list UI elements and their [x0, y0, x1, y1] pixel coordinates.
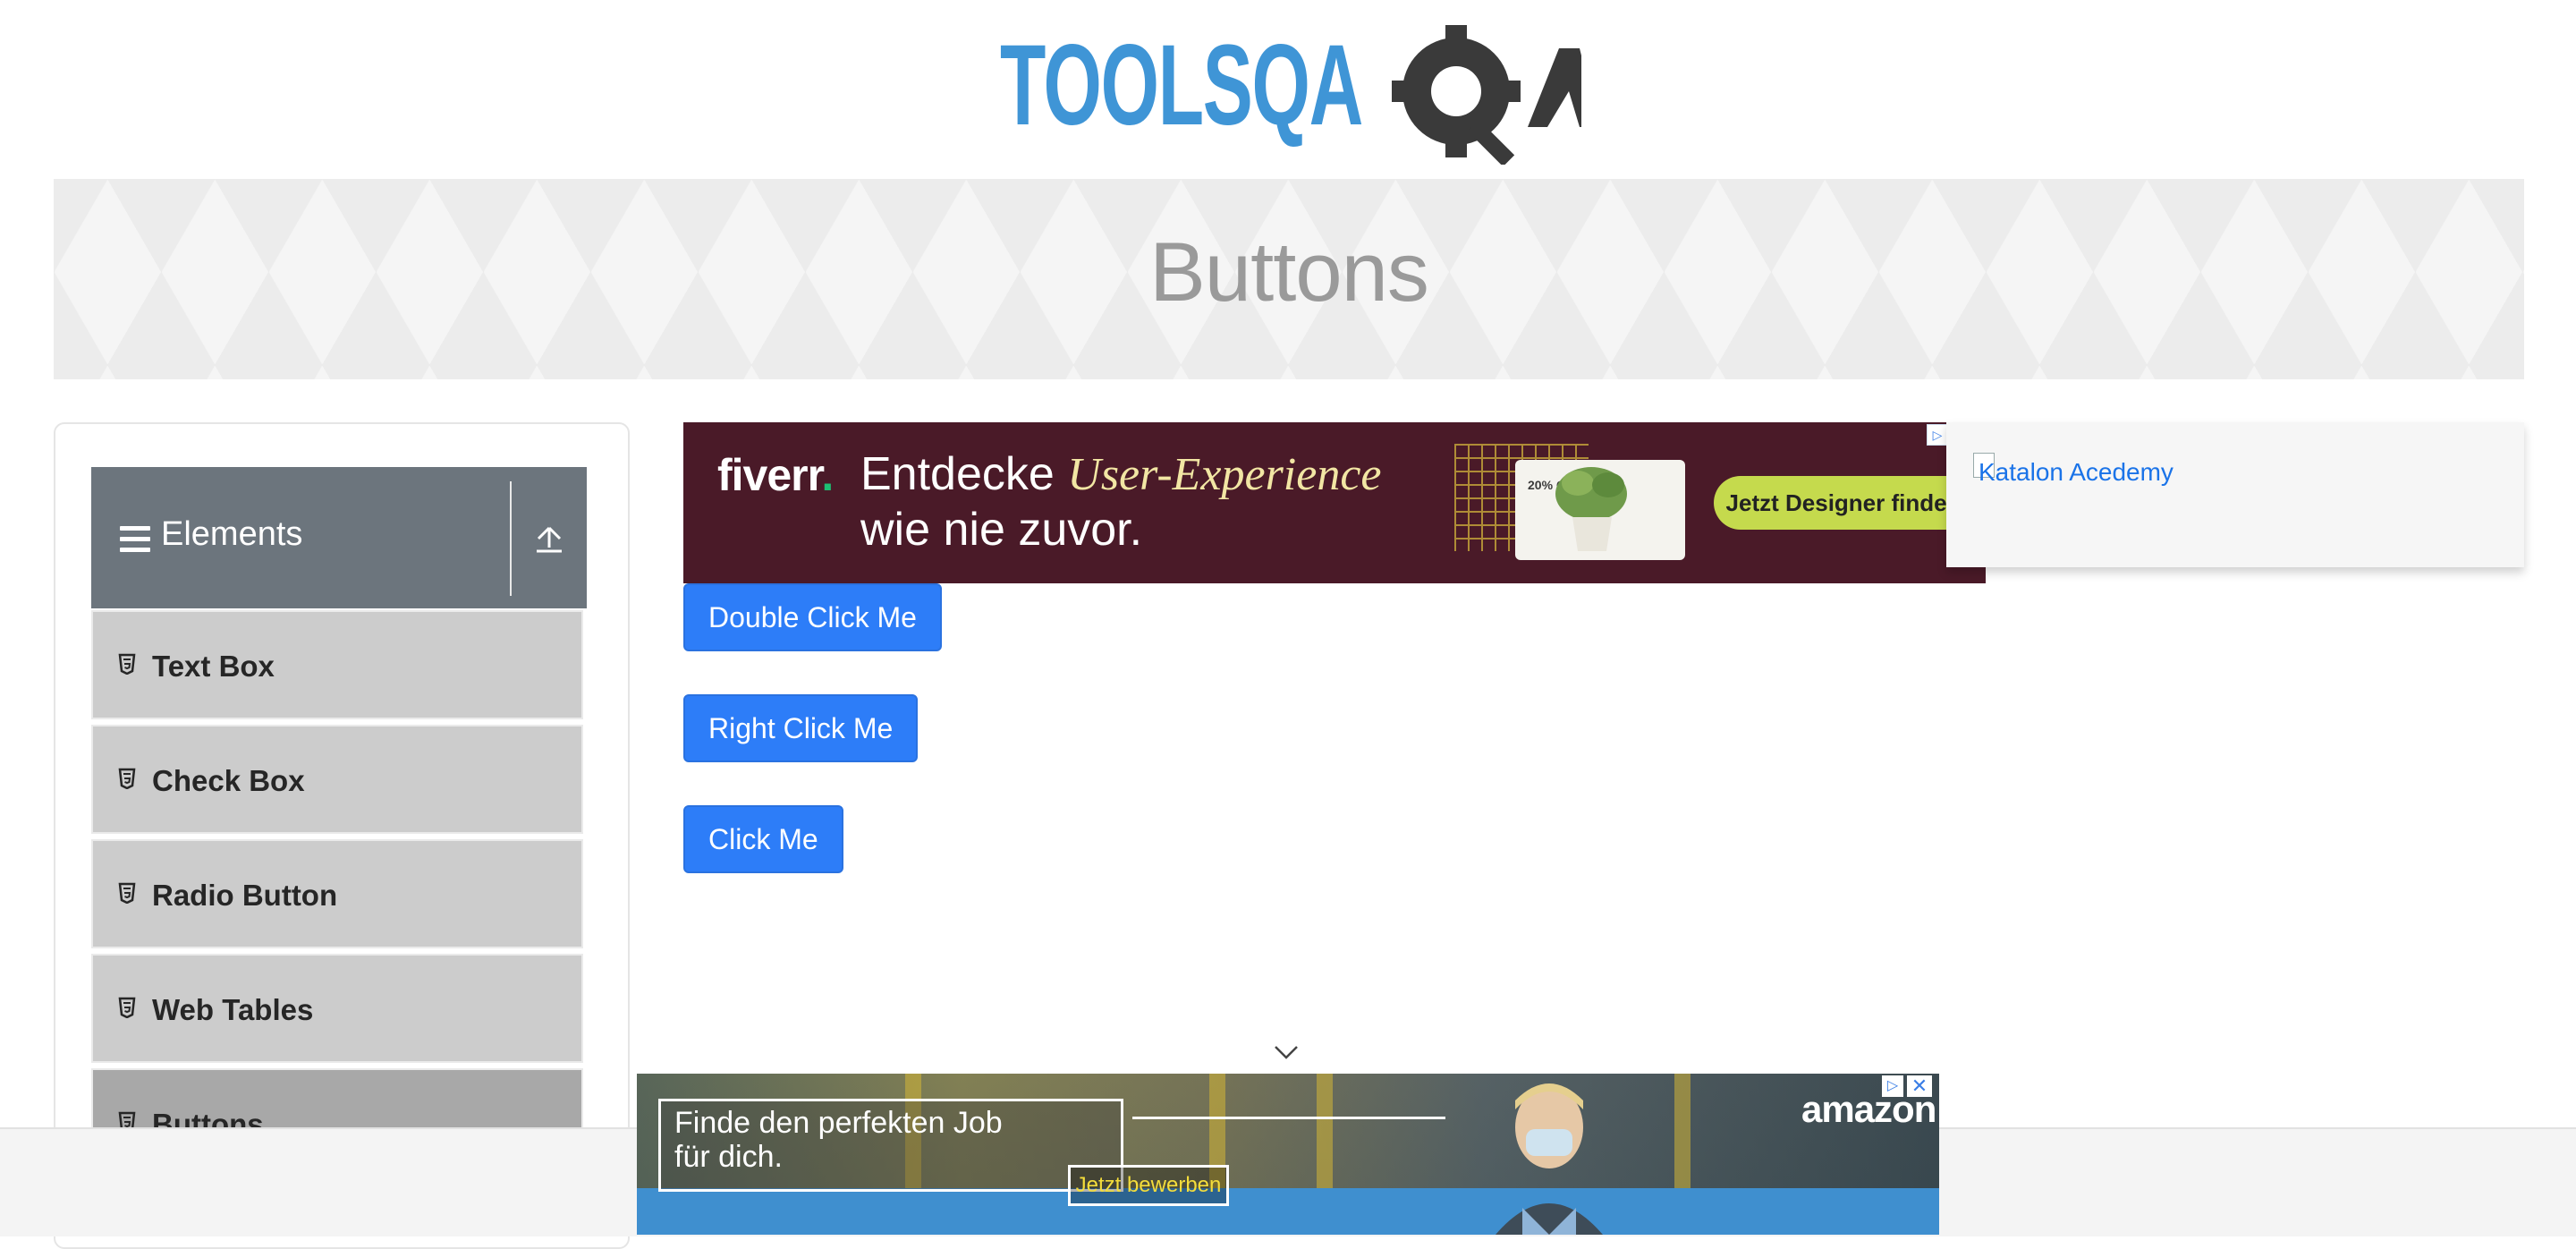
right-click-button[interactable]: Right Click Me: [683, 694, 919, 762]
sidebar-group-title: Elements: [161, 515, 303, 553]
ad-headline: Finde den perfekten Job für dich.: [674, 1106, 1003, 1174]
sidebar-item-label: Web Tables: [152, 993, 314, 1026]
ad-banner-top[interactable]: fiverr. Entdecke User-Experience wie nie…: [683, 422, 1986, 583]
ad-brand-logo: fiverr.: [717, 450, 834, 500]
page-title: Buttons: [1149, 225, 1429, 319]
ad-connector-line: [1132, 1117, 1445, 1119]
close-icon[interactable]: ✕: [1907, 1075, 1932, 1097]
sidebar-item-label: Radio Button: [152, 879, 338, 912]
ad-choices-icon[interactable]: ▷: [1882, 1075, 1903, 1097]
divider: [510, 481, 512, 596]
collapse-up-icon[interactable]: [530, 519, 569, 558]
chevron-down-icon[interactable]: [1274, 1043, 1299, 1061]
sidebar-item-check-box[interactable]: Check Box: [91, 725, 583, 834]
ad-apply-button[interactable]: Jetzt bewerben: [1068, 1165, 1229, 1206]
sidebar-item-web-tables[interactable]: Web Tables: [91, 954, 583, 1063]
html5-icon: [118, 653, 136, 675]
ad-headline-line2: wie nie zuvor.: [860, 504, 1143, 556]
html5-icon: [118, 768, 136, 789]
toolsqa-logo[interactable]: TOOLSQA: [1000, 21, 1581, 165]
ad-floor-graphic: [637, 1188, 1939, 1235]
sidebar-item-radio-button[interactable]: Radio Button: [91, 839, 583, 948]
sidebar-item-label: Check Box: [152, 764, 305, 797]
click-me-button[interactable]: Click Me: [683, 805, 843, 873]
page-banner: Buttons: [54, 179, 2524, 379]
plant-image: [1555, 467, 1627, 551]
ad-banner-bottom[interactable]: Finde den perfekten Job für dich. Jetzt …: [637, 1074, 1939, 1235]
gear-magnifier-icon: [1392, 25, 1581, 165]
worker-image: [1496, 1083, 1603, 1235]
ad-image-alt-text[interactable]: Katalon Acedemy: [1979, 458, 2174, 487]
logo-text: TOOLSQA: [1000, 21, 1362, 149]
ad-headline-line1: Entdecke User-Experience: [860, 448, 1382, 500]
sidebar-item-text-box[interactable]: Text Box: [91, 610, 583, 719]
ad-side-banner[interactable]: Katalon Acedemy: [1946, 422, 2524, 567]
html5-icon: [118, 882, 136, 904]
sidebar-item-label: Text Box: [152, 650, 275, 683]
double-click-button[interactable]: Double Click Me: [683, 583, 942, 651]
html5-icon: [118, 997, 136, 1018]
hamburger-icon: [120, 526, 150, 553]
ad-cta-button[interactable]: Jetzt Designer finden: [1714, 476, 1973, 530]
ad-choices-icon[interactable]: ▷: [1927, 424, 1948, 446]
sidebar-group-elements[interactable]: Elements: [91, 467, 587, 608]
